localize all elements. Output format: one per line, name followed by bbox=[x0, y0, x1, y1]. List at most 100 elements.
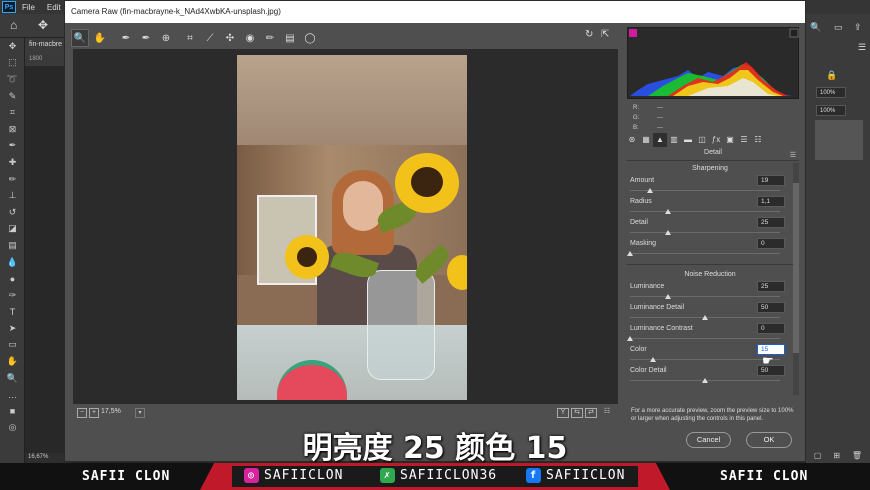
panel-menu-icon[interactable]: ☰ bbox=[790, 151, 796, 159]
adjustment-brush-icon[interactable]: ✏ bbox=[261, 29, 279, 47]
slider-track[interactable] bbox=[630, 190, 780, 191]
frame-tool-icon[interactable]: ⊠ bbox=[0, 121, 25, 138]
slider-thumb[interactable] bbox=[664, 209, 671, 214]
color-swatch-icon[interactable]: ■ bbox=[0, 403, 25, 420]
straighten-icon[interactable]: ⟋ bbox=[201, 29, 219, 47]
slider-masking[interactable]: Masking 0 bbox=[627, 238, 793, 259]
tab-split-toning-icon[interactable]: ▬ bbox=[681, 133, 695, 147]
tab-snapshots-icon[interactable]: ☷ bbox=[751, 133, 765, 147]
slider-luminance-detail[interactable]: Luminance Detail 50 bbox=[627, 302, 793, 323]
slider-detail[interactable]: Detail 25 bbox=[627, 217, 793, 238]
slider-value-field[interactable]: 19 bbox=[757, 175, 785, 186]
quick-select-icon[interactable]: ✎ bbox=[0, 88, 25, 105]
panel-icon[interactable]: ☰ bbox=[858, 42, 866, 53]
tab-presets-icon[interactable]: ☰ bbox=[737, 133, 751, 147]
path-select-icon[interactable]: ➤ bbox=[0, 320, 25, 337]
shape-icon[interactable]: ▭ bbox=[0, 337, 25, 354]
graduated-filter-icon[interactable]: ▤ bbox=[281, 29, 299, 47]
targeted-adjust-icon[interactable]: ⊕ bbox=[157, 29, 175, 47]
slider-track[interactable] bbox=[630, 253, 780, 254]
share-icon[interactable]: ⇪ bbox=[854, 22, 862, 33]
zoom-in-button[interactable]: + bbox=[89, 408, 99, 418]
menu-edit[interactable]: Edit bbox=[41, 3, 67, 12]
crop-icon[interactable]: ⌗ bbox=[181, 29, 199, 47]
preview-preferences-icon[interactable]: ☷ bbox=[601, 408, 613, 418]
move-tool-icon[interactable]: ✥ bbox=[38, 18, 48, 32]
crop-tool-icon[interactable]: ⌗ bbox=[0, 104, 25, 121]
swap-icon[interactable]: ⇆ bbox=[571, 408, 583, 418]
opacity-field[interactable]: 100% bbox=[816, 87, 846, 98]
slider-value-field[interactable]: 1,1 bbox=[757, 196, 785, 207]
slider-luminance-contrast[interactable]: Luminance Contrast 0 bbox=[627, 323, 793, 344]
slider-thumb[interactable] bbox=[664, 230, 671, 235]
hand-icon[interactable]: ✋ bbox=[0, 353, 25, 370]
image-preview[interactable] bbox=[73, 49, 618, 404]
slider-thumb[interactable] bbox=[646, 188, 653, 193]
color-sampler-icon[interactable]: ✒ bbox=[137, 29, 155, 47]
dodge-icon[interactable]: ● bbox=[0, 270, 25, 287]
copy-settings-icon[interactable]: ⇄ bbox=[585, 408, 597, 418]
white-balance-icon[interactable]: ✒ bbox=[117, 29, 135, 47]
slider-amount[interactable]: Amount 19 bbox=[627, 175, 793, 196]
tab-detail-icon[interactable]: ▲ bbox=[653, 133, 667, 147]
lock-icon[interactable]: 🔒 bbox=[826, 70, 837, 81]
slider-thumb[interactable] bbox=[664, 294, 671, 299]
history-brush-icon[interactable]: ↺ bbox=[0, 204, 25, 221]
spot-removal-icon[interactable]: ✣ bbox=[221, 29, 239, 47]
lasso-tool-icon[interactable]: ➰ bbox=[0, 71, 25, 88]
gradient-icon[interactable]: ▤ bbox=[0, 237, 25, 254]
healing-icon[interactable]: ✚ bbox=[0, 154, 25, 171]
slider-track[interactable] bbox=[630, 211, 780, 212]
before-after-y-icon[interactable]: Y bbox=[557, 408, 569, 418]
rotate-icon[interactable]: ↻ bbox=[585, 29, 593, 40]
slider-thumb[interactable] bbox=[702, 378, 708, 383]
move-tool-icon[interactable]: ✥ bbox=[0, 38, 25, 55]
layer-row[interactable] bbox=[815, 120, 863, 160]
more-tools-icon[interactable]: … bbox=[0, 386, 25, 403]
brush-icon[interactable]: ✏ bbox=[0, 171, 25, 188]
slider-label: Radius bbox=[630, 198, 652, 205]
zoom-dropdown[interactable]: ▾ bbox=[135, 408, 145, 418]
zoom-icon[interactable]: 🔍 bbox=[0, 370, 25, 387]
slider-thumb[interactable] bbox=[649, 357, 656, 362]
hand-tool-icon[interactable]: ✋ bbox=[91, 29, 109, 47]
tab-tone-curve-icon[interactable]: ▦ bbox=[639, 133, 653, 147]
slider-value-field[interactable]: 25 bbox=[757, 217, 785, 228]
radial-filter-icon[interactable]: ◯ bbox=[301, 29, 319, 47]
slider-value-field[interactable]: 0 bbox=[757, 323, 785, 334]
scrollbar-knob[interactable] bbox=[793, 183, 799, 353]
menu-file[interactable]: File bbox=[16, 3, 41, 12]
zoom-tool-icon[interactable]: 🔍 bbox=[71, 29, 89, 47]
marquee-tool-icon[interactable]: ⬚ bbox=[0, 55, 25, 72]
slider-value-field[interactable]: 0 bbox=[757, 238, 785, 249]
home-icon[interactable]: ⌂ bbox=[10, 18, 17, 32]
slider-track[interactable] bbox=[630, 338, 780, 339]
tab-hsl-icon[interactable]: ▥ bbox=[667, 133, 681, 147]
slider-value-field[interactable]: 50 bbox=[757, 302, 785, 313]
tab-calibration-icon[interactable]: ▣ bbox=[723, 133, 737, 147]
fill-field[interactable]: 100% bbox=[816, 105, 846, 116]
stamp-icon[interactable]: ⊥ bbox=[0, 187, 25, 204]
zoom-out-button[interactable]: − bbox=[77, 408, 87, 418]
red-eye-icon[interactable]: ◉ bbox=[241, 29, 259, 47]
slider-track[interactable] bbox=[630, 296, 780, 297]
tab-lens-icon[interactable]: ◫ bbox=[695, 133, 709, 147]
eyedropper-icon[interactable]: ✒ bbox=[0, 138, 25, 155]
type-icon[interactable]: T bbox=[0, 304, 25, 321]
pen-icon[interactable]: ✑ bbox=[0, 287, 25, 304]
workspace-icon[interactable]: ▭ bbox=[834, 22, 843, 33]
slider-track[interactable] bbox=[630, 232, 780, 233]
slider-thumb[interactable] bbox=[627, 336, 633, 341]
tab-fx-icon[interactable]: ƒx bbox=[709, 133, 723, 147]
slider-luminance[interactable]: Luminance 25 bbox=[627, 281, 793, 302]
slider-value-field[interactable]: 25 bbox=[757, 281, 785, 292]
slider-thumb[interactable] bbox=[702, 315, 708, 320]
slider-radius[interactable]: Radius 1,1 bbox=[627, 196, 793, 217]
slider-thumb[interactable] bbox=[627, 251, 633, 256]
blur-icon[interactable]: 💧 bbox=[0, 254, 25, 271]
search-icon[interactable]: 🔍 bbox=[810, 22, 821, 33]
eraser-icon[interactable]: ◪ bbox=[0, 221, 25, 238]
fullscreen-icon[interactable]: ⇱ bbox=[601, 29, 609, 40]
panel-scrollbar[interactable] bbox=[793, 163, 799, 395]
tab-basic-icon[interactable]: ⊛ bbox=[625, 133, 639, 147]
